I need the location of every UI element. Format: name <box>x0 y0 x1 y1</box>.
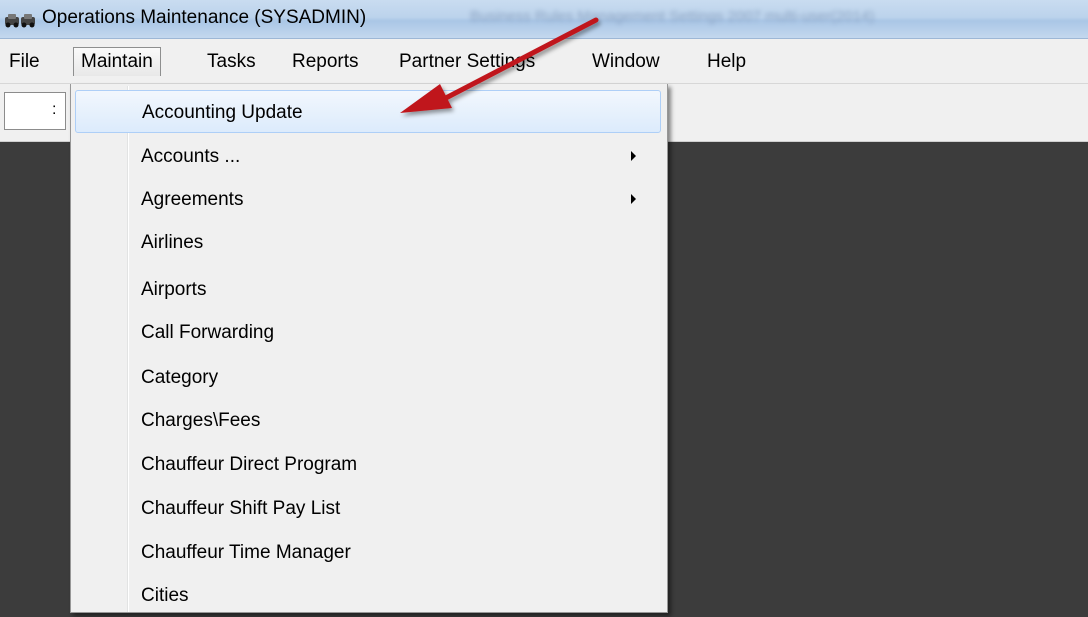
menu-partner-settings[interactable]: Partner Settings <box>392 47 542 76</box>
blurred-caption: Business Rules Management Settings 2007 … <box>470 8 875 25</box>
title-bar: Operations Maintenance (SYSADMIN) Busine… <box>0 0 1088 39</box>
menu-maintain[interactable]: Maintain <box>73 47 161 76</box>
menu-item-airports[interactable]: Airports <box>75 268 661 311</box>
menu-item-airlines[interactable]: Airlines <box>75 221 661 264</box>
menu-item-label: Charges\Fees <box>141 410 261 431</box>
menu-item-label: Chauffeur Time Manager <box>141 542 351 563</box>
submenu-arrow-icon <box>631 194 636 204</box>
menu-window[interactable]: Window <box>585 47 667 76</box>
menu-item-label: Accounting Update <box>142 102 303 123</box>
menu-item-accounts[interactable]: Accounts ... <box>75 135 661 178</box>
menu-item-chauffeur-time-manager[interactable]: Chauffeur Time Manager <box>75 531 661 574</box>
maintain-menu-dropdown: Accounting Update Accounts ... Agreement… <box>70 84 668 613</box>
menu-bar: File Maintain Tasks Reports Partner Sett… <box>0 39 1088 84</box>
menu-help[interactable]: Help <box>700 47 753 76</box>
combo-text: : <box>52 101 57 118</box>
menu-item-label: Airlines <box>141 232 204 253</box>
menu-item-label: Agreements <box>141 189 244 210</box>
menu-item-accounting-update[interactable]: Accounting Update <box>75 90 661 133</box>
menu-item-category[interactable]: Category <box>75 356 661 399</box>
menu-item-label: Airports <box>141 279 207 300</box>
menu-item-chauffeur-direct-program[interactable]: Chauffeur Direct Program <box>75 443 661 486</box>
submenu-arrow-icon <box>631 151 636 161</box>
menu-item-call-forwarding[interactable]: Call Forwarding <box>75 311 661 354</box>
menu-file[interactable]: File <box>2 47 47 76</box>
menu-item-label: Call Forwarding <box>141 322 275 343</box>
menu-item-label: Accounts ... <box>141 146 241 167</box>
menu-item-label: Chauffeur Direct Program <box>141 454 358 475</box>
menu-item-charges-fees[interactable]: Charges\Fees <box>75 399 661 442</box>
menu-item-label: Cities <box>141 585 189 606</box>
menu-item-label: Category <box>141 367 219 388</box>
car-icon <box>5 14 35 28</box>
menu-item-label: Chauffeur Shift Pay List <box>141 498 341 519</box>
menu-item-chauffeur-shift-pay-list[interactable]: Chauffeur Shift Pay List <box>75 487 661 530</box>
menu-item-cities[interactable]: Cities <box>75 574 661 617</box>
toolbar-combo[interactable]: : <box>4 92 66 130</box>
menu-reports[interactable]: Reports <box>285 47 366 76</box>
window-title: Operations Maintenance (SYSADMIN) <box>42 7 367 28</box>
menu-item-agreements[interactable]: Agreements <box>75 178 661 221</box>
menu-tasks[interactable]: Tasks <box>200 47 263 76</box>
